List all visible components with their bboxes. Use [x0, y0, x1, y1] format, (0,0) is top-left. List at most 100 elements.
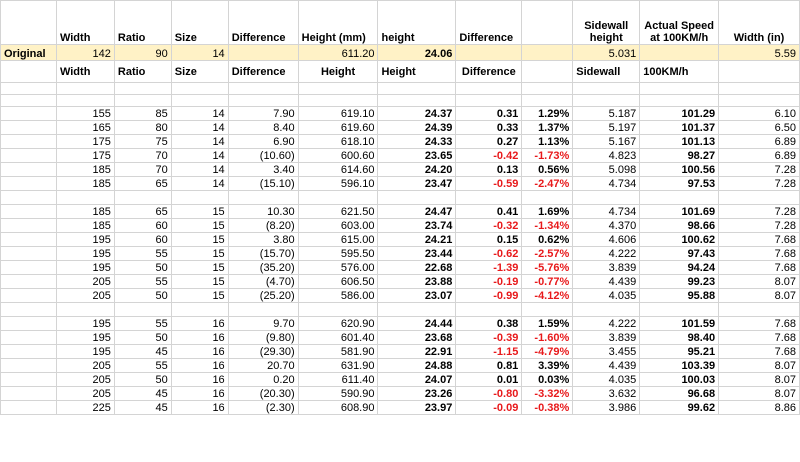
empty-cell[interactable]: [0, 344, 57, 359]
height-mm-cell[interactable]: 581.90: [297, 344, 379, 359]
size-cell[interactable]: 14: [170, 176, 229, 191]
original-cell[interactable]: [521, 44, 574, 61]
speed-cell[interactable]: 98.66: [639, 218, 720, 233]
sidewall-cell[interactable]: 5.098: [572, 162, 641, 177]
column-header[interactable]: Width: [55, 0, 115, 45]
empty-cell[interactable]: [455, 82, 523, 95]
difference-in-cell[interactable]: -0.42: [455, 148, 523, 163]
height-in-cell[interactable]: 24.37: [377, 106, 457, 121]
empty-cell[interactable]: [572, 94, 641, 107]
width-cell[interactable]: 195: [55, 232, 115, 247]
difference-in-cell[interactable]: 0.81: [455, 358, 523, 373]
ratio-cell[interactable]: 60: [113, 232, 172, 247]
width-cell[interactable]: 205: [55, 386, 115, 401]
empty-cell[interactable]: [718, 302, 800, 317]
height-mm-cell[interactable]: 615.00: [297, 232, 379, 247]
ratio-cell[interactable]: 55: [113, 274, 172, 289]
sidewall-cell[interactable]: 4.222: [572, 316, 641, 331]
empty-cell[interactable]: [639, 190, 720, 205]
width-cell[interactable]: 175: [55, 134, 115, 149]
empty-cell[interactable]: [0, 204, 57, 219]
ratio-cell[interactable]: 45: [113, 344, 172, 359]
width-cell[interactable]: 195: [55, 344, 115, 359]
difference-in-cell[interactable]: 0.27: [455, 134, 523, 149]
empty-cell[interactable]: [55, 82, 115, 95]
original-cell[interactable]: [639, 44, 720, 61]
width-in-cell[interactable]: 7.68: [718, 344, 800, 359]
size-cell[interactable]: 15: [170, 232, 229, 247]
empty-cell[interactable]: [0, 106, 57, 121]
difference-pct-cell[interactable]: 1.13%: [521, 134, 574, 149]
height-mm-cell[interactable]: 608.90: [297, 400, 379, 415]
ratio-cell[interactable]: 55: [113, 358, 172, 373]
column-header[interactable]: [0, 60, 57, 83]
sidewall-cell[interactable]: 5.167: [572, 134, 641, 149]
empty-cell[interactable]: [521, 82, 574, 95]
difference-pct-cell[interactable]: -1.73%: [521, 148, 574, 163]
sidewall-cell[interactable]: 4.035: [572, 288, 641, 303]
width-in-cell[interactable]: 8.07: [718, 288, 800, 303]
size-cell[interactable]: 16: [170, 358, 229, 373]
difference-in-cell[interactable]: -1.39: [455, 260, 523, 275]
empty-cell[interactable]: [0, 372, 57, 387]
sidewall-cell[interactable]: 4.035: [572, 372, 641, 387]
original-cell[interactable]: [227, 44, 299, 61]
empty-cell[interactable]: [572, 82, 641, 95]
size-cell[interactable]: 15: [170, 274, 229, 289]
height-in-cell[interactable]: 24.44: [377, 316, 457, 331]
empty-cell[interactable]: [0, 190, 57, 205]
difference-pct-cell[interactable]: -2.47%: [521, 176, 574, 191]
original-cell[interactable]: Original: [0, 44, 57, 61]
ratio-cell[interactable]: 60: [113, 218, 172, 233]
empty-cell[interactable]: [639, 94, 720, 107]
width-cell[interactable]: 195: [55, 246, 115, 261]
speed-cell[interactable]: 101.29: [639, 106, 720, 121]
size-cell[interactable]: 16: [170, 386, 229, 401]
width-cell[interactable]: 185: [55, 176, 115, 191]
height-in-cell[interactable]: 23.74: [377, 218, 457, 233]
difference-mm-cell[interactable]: (9.80): [227, 330, 299, 345]
speed-cell[interactable]: 97.43: [639, 246, 720, 261]
difference-in-cell[interactable]: -0.09: [455, 400, 523, 415]
original-cell[interactable]: 90: [113, 44, 172, 61]
difference-in-cell[interactable]: -0.99: [455, 288, 523, 303]
original-cell[interactable]: 14: [170, 44, 229, 61]
empty-cell[interactable]: [227, 190, 299, 205]
width-in-cell[interactable]: 6.10: [718, 106, 800, 121]
difference-in-cell[interactable]: -0.62: [455, 246, 523, 261]
height-mm-cell[interactable]: 614.60: [297, 162, 379, 177]
difference-mm-cell[interactable]: (8.20): [227, 218, 299, 233]
difference-mm-cell[interactable]: 8.40: [227, 120, 299, 135]
ratio-cell[interactable]: 80: [113, 120, 172, 135]
empty-cell[interactable]: [55, 302, 115, 317]
height-in-cell[interactable]: 24.39: [377, 120, 457, 135]
height-in-cell[interactable]: 23.97: [377, 400, 457, 415]
difference-pct-cell[interactable]: -5.76%: [521, 260, 574, 275]
sidewall-cell[interactable]: 3.839: [572, 330, 641, 345]
width-in-cell[interactable]: 7.28: [718, 176, 800, 191]
width-in-cell[interactable]: 7.68: [718, 260, 800, 275]
empty-cell[interactable]: [718, 82, 800, 95]
column-header[interactable]: [718, 60, 800, 83]
difference-pct-cell[interactable]: 1.29%: [521, 106, 574, 121]
ratio-cell[interactable]: 65: [113, 176, 172, 191]
difference-in-cell[interactable]: 0.15: [455, 232, 523, 247]
column-header[interactable]: height: [377, 0, 457, 45]
difference-pct-cell[interactable]: -4.79%: [521, 344, 574, 359]
width-cell[interactable]: 205: [55, 274, 115, 289]
column-header[interactable]: Width: [55, 60, 115, 83]
difference-mm-cell[interactable]: (25.20): [227, 288, 299, 303]
width-in-cell[interactable]: 7.68: [718, 232, 800, 247]
empty-cell[interactable]: [0, 148, 57, 163]
column-header[interactable]: Actual Speed at 100KM/h: [639, 0, 720, 45]
difference-pct-cell[interactable]: -4.12%: [521, 288, 574, 303]
column-header[interactable]: Size: [170, 0, 229, 45]
sidewall-cell[interactable]: 4.734: [572, 176, 641, 191]
difference-mm-cell[interactable]: (4.70): [227, 274, 299, 289]
empty-cell[interactable]: [718, 94, 800, 107]
column-header[interactable]: Sidewall height: [572, 0, 641, 45]
empty-cell[interactable]: [639, 82, 720, 95]
difference-in-cell[interactable]: 0.38: [455, 316, 523, 331]
width-in-cell[interactable]: 8.07: [718, 274, 800, 289]
size-cell[interactable]: 16: [170, 344, 229, 359]
